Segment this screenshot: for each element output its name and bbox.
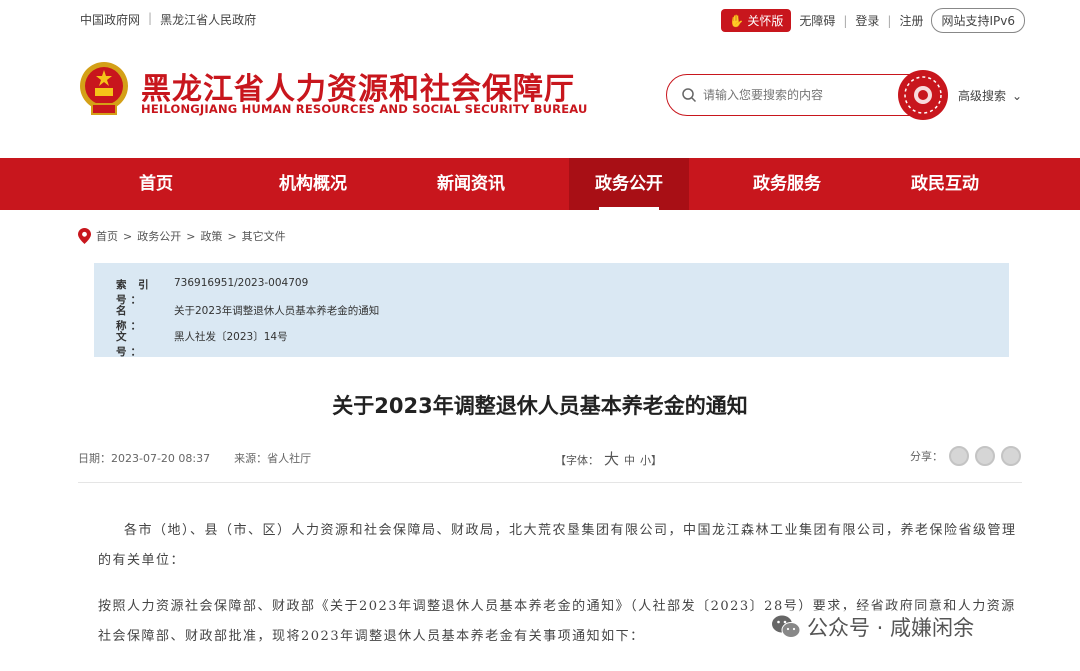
breadcrumb-separator: > xyxy=(123,229,133,243)
share-bar: 分享： xyxy=(910,446,1021,466)
ipv6-badge: 网站支持IPv6 xyxy=(931,8,1025,33)
article-paragraph-1: 各市（地）、县（市、区）人力资源和社会保障局、财政局，北大荒农垦集团有限公司，中… xyxy=(98,523,1017,568)
font-size-small[interactable]: 小】 xyxy=(640,452,662,468)
site-header: 黑龙江省人力资源和社会保障厅 HEILONGJIANG HUMAN RESOUR… xyxy=(0,40,1080,158)
watermark: 公众号 · 咸嫌闲余 xyxy=(765,610,981,644)
font-size-label: 【字体： xyxy=(555,454,599,467)
font-size-large[interactable]: 大 xyxy=(604,448,619,469)
info-docno-row: 文 号： 黑人社发〔2023〕14号 xyxy=(116,329,288,359)
link-china-gov[interactable]: 中国政府网 xyxy=(80,11,140,28)
advanced-search-label: 高级搜索 xyxy=(958,89,1007,103)
share-weibo-icon[interactable] xyxy=(949,446,969,466)
top-links: 中国政府网 | 黑龙江省人民政府 xyxy=(80,11,256,28)
top-utility-bar: 中国政府网 | 黑龙江省人民政府 ✋ 关怀版 无障碍 | 登录 | 注册 网站支… xyxy=(0,0,1080,40)
advanced-search[interactable]: 高级搜索 ⌄ xyxy=(958,87,1022,104)
share-qq-icon[interactable] xyxy=(1001,446,1021,466)
search-icon xyxy=(682,88,697,103)
nav-item-news[interactable]: 新闻资讯 xyxy=(411,158,531,210)
chevron-down-icon: ⌄ xyxy=(1012,88,1023,103)
login-link[interactable]: 登录 xyxy=(855,12,879,29)
link-hlj-gov[interactable]: 黑龙江省人民政府 xyxy=(160,11,256,28)
article-meta: 日期：2023-07-20 08:37 来源：省人社厅 xyxy=(78,450,311,466)
document-info-box: 索 引 号： 736916951/2023-004709 名 称： 关于2023… xyxy=(94,263,1009,359)
search-box xyxy=(666,74,936,116)
nav-item-home[interactable]: 首页 xyxy=(96,158,216,210)
font-size-medium[interactable]: 中 xyxy=(624,452,635,468)
article-date: 日期：2023-07-20 08:37 xyxy=(78,452,211,465)
divider xyxy=(78,482,1022,483)
location-pin-icon xyxy=(78,228,91,244)
article-source: 来源：省人社厅 xyxy=(234,452,312,465)
register-link[interactable]: 注册 xyxy=(899,12,923,29)
site-subtitle: HEILONGJIANG HUMAN RESOURCES AND SOCIAL … xyxy=(141,102,588,116)
divider: | xyxy=(843,13,848,28)
national-emblem-icon xyxy=(80,62,128,115)
nav-item-organization[interactable]: 机构概况 xyxy=(253,158,373,210)
info-docno-label: 文 号： xyxy=(116,331,160,358)
font-size-switcher: 【字体： 大 中 小】 xyxy=(555,448,662,469)
share-label: 分享： xyxy=(910,450,943,463)
breadcrumb-home[interactable]: 首页 xyxy=(96,228,118,244)
nav-item-gov-services[interactable]: 政务服务 xyxy=(727,158,847,210)
breadcrumb-separator: > xyxy=(186,229,196,243)
accessibility-link[interactable]: 无障碍 xyxy=(799,12,835,29)
divider: | xyxy=(148,11,153,25)
top-actions: ✋ 关怀版 无障碍 | 登录 | 注册 网站支持IPv6 xyxy=(721,8,1025,33)
article-title: 关于2023年调整退休人员基本养老金的通知 xyxy=(332,394,748,418)
search-input[interactable] xyxy=(703,84,883,106)
nav-item-gov-affairs-open[interactable]: 政务公开 xyxy=(569,158,689,210)
divider: | xyxy=(887,13,892,28)
watermark-text: 公众号 · 咸嫌闲余 xyxy=(807,616,975,640)
breadcrumb-separator: > xyxy=(227,229,237,243)
care-mode-label: 关怀版 xyxy=(747,14,784,28)
hand-icon: ✋ xyxy=(729,13,745,28)
wechat-icon xyxy=(772,615,801,638)
share-wechat-icon[interactable] xyxy=(975,446,995,466)
search-button[interactable] xyxy=(897,69,949,121)
breadcrumb: 首页 > 政务公开 > 政策 > 其它文件 xyxy=(78,228,286,244)
breadcrumb-gov-affairs[interactable]: 政务公开 xyxy=(137,228,181,244)
info-docno-value: 黑人社发〔2023〕14号 xyxy=(174,331,288,343)
care-mode-button[interactable]: ✋ 关怀版 xyxy=(721,9,792,32)
nav-item-interaction[interactable]: 政民互动 xyxy=(885,158,1005,210)
breadcrumb-other-docs[interactable]: 其它文件 xyxy=(242,228,286,244)
main-nav: 首页 机构概况 新闻资讯 政务公开 政务服务 政民互动 xyxy=(0,158,1080,210)
breadcrumb-policy[interactable]: 政策 xyxy=(200,228,222,244)
